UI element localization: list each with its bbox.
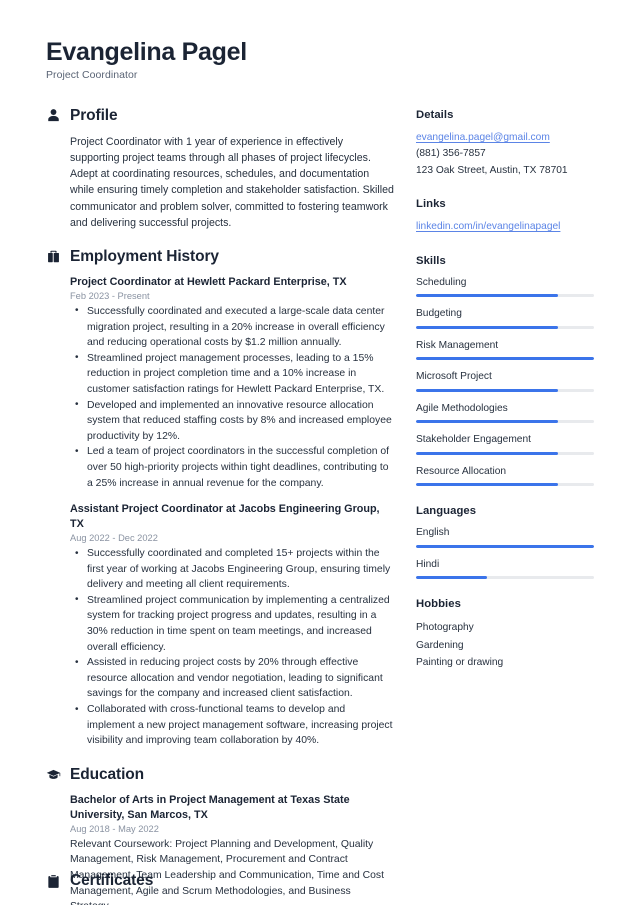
- bullet-item: Successfully coordinated and executed a …: [70, 303, 394, 351]
- sidebar-hobbies: Hobbies Photography Gardening Painting o…: [416, 598, 594, 672]
- section-employment-header: Employment History: [46, 248, 394, 266]
- skill-rating-fill: [416, 325, 559, 329]
- section-education-title: Education: [70, 765, 145, 783]
- sidebar-details: Details evangelina.pagel@gmail.com (881)…: [416, 109, 594, 180]
- skill-item: Budgeting: [416, 307, 594, 329]
- bullet-item: Collaborated with cross-functional teams…: [70, 702, 394, 749]
- skill-rating-track: [416, 388, 594, 392]
- education-entry-title: Bachelor of Arts in Project Management a…: [70, 793, 350, 821]
- sidebar-languages: Languages English Hindi: [416, 505, 594, 580]
- skill-item: Risk Management: [416, 339, 594, 361]
- language-item: Hindi: [416, 558, 594, 580]
- language-label: Hindi: [416, 558, 440, 570]
- section-employment-body: Project Coordinator at Hewlett Packard E…: [46, 275, 394, 749]
- section-profile: Profile Project Coordinator with 1 year …: [46, 107, 394, 231]
- skill-item: Resource Allocation: [416, 465, 594, 487]
- section-profile-title: Profile: [70, 106, 118, 124]
- bullet-item: Successfully coordinated and completed 1…: [70, 546, 394, 593]
- language-rating-fill: [416, 576, 488, 580]
- sidebar-languages-title: Languages: [416, 505, 477, 518]
- graduation-cap-icon: [46, 767, 61, 782]
- sidebar-column: Details evangelina.pagel@gmail.com (881)…: [416, 107, 594, 691]
- candidate-job-title: Project Coordinator: [46, 68, 138, 81]
- language-rating-fill: [416, 544, 594, 548]
- section-certificates-title: Certificates: [70, 872, 154, 889]
- employment-entry: Project Coordinator at Hewlett Packard E…: [70, 275, 394, 491]
- skill-label: Risk Management: [416, 339, 499, 351]
- sidebar-links: Links linkedin.com/in/evangelinapagel: [416, 198, 594, 236]
- sidebar-links-title: Links: [416, 198, 446, 211]
- hobby-item: Gardening: [416, 639, 464, 651]
- linkedin-link[interactable]: linkedin.com/in/evangelinapagel: [416, 219, 594, 236]
- language-rating-track: [416, 576, 594, 580]
- section-profile-body: Project Coordinator with 1 year of exper…: [46, 134, 394, 231]
- skill-label: Stakeholder Engagement: [416, 434, 531, 446]
- bullet-item: Streamlined project communication by imp…: [70, 592, 394, 655]
- resume-columns: Profile Project Coordinator with 1 year …: [46, 107, 596, 905]
- employment-entry-bullets: Successfully coordinated and executed a …: [70, 303, 394, 491]
- hobby-item: Photography: [416, 622, 474, 634]
- sidebar-details-title: Details: [416, 108, 454, 121]
- employment-entry-date: Aug 2022 - Dec 2022: [70, 533, 158, 544]
- employment-entry: Assistant Project Coordinator at Jacobs …: [70, 502, 394, 749]
- skill-rating-track: [416, 451, 594, 455]
- sidebar-hobbies-title: Hobbies: [416, 598, 461, 611]
- resume-page: Evangelina Pagel Project Coordinator Pro…: [0, 0, 640, 905]
- section-profile-header: Profile: [46, 107, 394, 125]
- address-text: 123 Oak Street, Austin, TX 78701: [416, 164, 568, 176]
- bullet-item: Streamlined project management processes…: [70, 350, 394, 398]
- skill-rating-track: [416, 357, 594, 361]
- sidebar-skills: Skills Scheduling Budgeting Risk Managem…: [416, 255, 594, 487]
- education-entry-date: Aug 2018 - May 2022: [70, 823, 159, 834]
- candidate-name: Evangelina Pagel: [46, 38, 247, 66]
- phone-text: (881) 356-7857: [416, 148, 486, 160]
- skill-rating-track: [416, 325, 594, 329]
- employment-entry-title: Project Coordinator at Hewlett Packard E…: [70, 275, 347, 288]
- skill-rating-fill: [416, 420, 559, 424]
- hobby-item: Painting or drawing: [416, 657, 504, 669]
- skill-label: Resource Allocation: [416, 465, 507, 477]
- employment-entry-date: Feb 2023 - Present: [70, 290, 150, 301]
- skill-rating-fill: [416, 388, 559, 392]
- main-column: Profile Project Coordinator with 1 year …: [46, 107, 416, 905]
- skill-label: Budgeting: [416, 308, 462, 320]
- section-education-header: Education: [46, 766, 394, 784]
- skill-rating-fill: [416, 483, 559, 487]
- skill-item: Microsoft Project: [416, 370, 594, 392]
- skill-rating-track: [416, 483, 594, 487]
- skill-label: Agile Methodologies: [416, 402, 508, 414]
- employment-entry-bullets: Successfully coordinated and completed 1…: [70, 546, 394, 749]
- skill-label: Microsoft Project: [416, 371, 492, 383]
- briefcase-icon: [46, 249, 61, 264]
- email-link[interactable]: evangelina.pagel@gmail.com: [416, 130, 594, 147]
- language-item: English: [416, 526, 594, 548]
- skill-item: Agile Methodologies: [416, 402, 594, 424]
- skill-rating-track: [416, 420, 594, 424]
- bullet-item: Led a team of project coordinators in th…: [70, 444, 394, 491]
- bullet-item: Developed and implemented an innovative …: [70, 397, 394, 445]
- profile-text: Project Coordinator with 1 year of exper…: [70, 135, 394, 229]
- skill-item: Scheduling: [416, 276, 594, 298]
- skill-item: Stakeholder Engagement: [416, 433, 594, 455]
- language-label: English: [416, 527, 450, 539]
- section-certificates-header: Certificates: [46, 872, 416, 890]
- sidebar-skills-title: Skills: [416, 254, 446, 267]
- skill-label: Scheduling: [416, 276, 467, 288]
- person-icon: [46, 108, 61, 123]
- language-rating-track: [416, 544, 594, 548]
- clipboard-icon: [46, 874, 61, 889]
- section-employment: Employment History Project Coordinator a…: [46, 248, 394, 749]
- section-certificates: Certificates: [46, 872, 416, 899]
- resume-header: Evangelina Pagel Project Coordinator: [46, 38, 596, 81]
- skill-rating-track: [416, 294, 594, 298]
- skill-rating-fill: [416, 294, 559, 298]
- skill-rating-fill: [416, 357, 594, 361]
- section-employment-title: Employment History: [70, 247, 219, 265]
- skill-rating-fill: [416, 451, 559, 455]
- bullet-item: Assisted in reducing project costs by 20…: [70, 655, 394, 702]
- employment-entry-title: Assistant Project Coordinator at Jacobs …: [70, 503, 380, 531]
